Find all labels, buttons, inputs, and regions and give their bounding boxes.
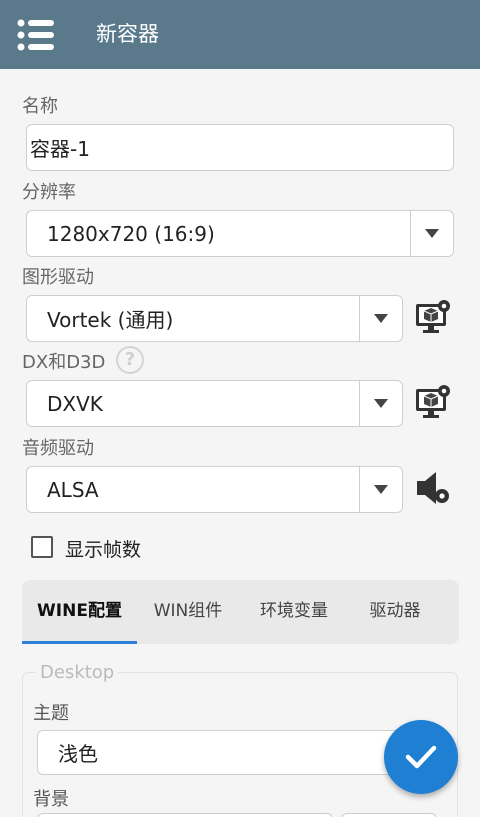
audio-driver-select[interactable]: ALSA xyxy=(26,466,403,513)
audio-driver-label: 音频驱动 xyxy=(22,438,94,459)
tab-wine-config[interactable]: WINE配置 xyxy=(22,580,137,644)
background-select[interactable] xyxy=(37,813,333,817)
active-tab-indicator xyxy=(22,641,137,644)
audio-driver-dropdown-arrow[interactable] xyxy=(360,467,402,512)
tab-bar: WINE配置 WIN组件 环境变量 驱动器 xyxy=(22,580,459,644)
theme-value: 浅色 xyxy=(58,742,98,766)
gpu-settings-button[interactable] xyxy=(414,298,452,336)
audio-settings-button[interactable] xyxy=(414,469,452,507)
name-value: 容器-1 xyxy=(30,137,90,161)
graphics-driver-label: 图形驱动 xyxy=(22,267,94,288)
chevron-down-icon xyxy=(374,398,388,408)
audio-driver-value: ALSA xyxy=(47,477,99,502)
dx-dropdown-arrow[interactable] xyxy=(360,381,402,426)
name-input[interactable]: 容器-1 xyxy=(26,124,454,171)
dx-value: DXVK xyxy=(47,391,103,416)
background-label: 背景 xyxy=(33,789,69,810)
theme-label: 主题 xyxy=(33,703,69,724)
name-label: 名称 xyxy=(22,96,58,117)
help-icon[interactable]: ? xyxy=(116,346,144,374)
check-icon xyxy=(405,745,437,769)
show-fps-label: 显示帧数 xyxy=(65,539,142,561)
graphics-driver-value: Vortek (通用) xyxy=(47,308,174,332)
menu-button[interactable] xyxy=(16,15,56,55)
desktop-legend: Desktop xyxy=(36,662,119,683)
tab-win-components[interactable]: WIN组件 xyxy=(140,580,236,644)
chevron-down-icon xyxy=(425,228,439,238)
graphics-driver-select[interactable]: Vortek (通用) xyxy=(26,295,403,342)
tab-drives[interactable]: 驱动器 xyxy=(352,580,438,644)
page-title: 新容器 xyxy=(96,22,159,46)
gpu-settings-icon xyxy=(416,300,450,333)
background-color-picker[interactable] xyxy=(341,813,437,817)
dx-settings-icon xyxy=(416,385,450,418)
dx-settings-button[interactable] xyxy=(414,383,452,421)
tab-env-vars[interactable]: 环境变量 xyxy=(244,580,344,644)
chevron-down-icon xyxy=(374,484,388,494)
graphics-driver-dropdown-arrow[interactable] xyxy=(360,296,402,341)
resolution-dropdown-arrow[interactable] xyxy=(411,211,453,256)
confirm-button[interactable] xyxy=(384,720,458,794)
resolution-label: 分辨率 xyxy=(22,182,76,203)
show-fps-checkbox[interactable] xyxy=(31,536,53,558)
chevron-down-icon xyxy=(374,313,388,323)
app-bar: 新容器 xyxy=(0,0,480,69)
resolution-select[interactable]: 1280x720 (16:9) xyxy=(26,210,454,257)
dx-label: DX和D3D xyxy=(22,352,106,373)
theme-select[interactable]: 浅色 xyxy=(37,730,437,775)
dx-select[interactable]: DXVK xyxy=(26,380,403,427)
menu-icon xyxy=(17,19,54,51)
resolution-value: 1280x720 (16:9) xyxy=(47,221,215,246)
audio-settings-icon xyxy=(417,472,449,504)
